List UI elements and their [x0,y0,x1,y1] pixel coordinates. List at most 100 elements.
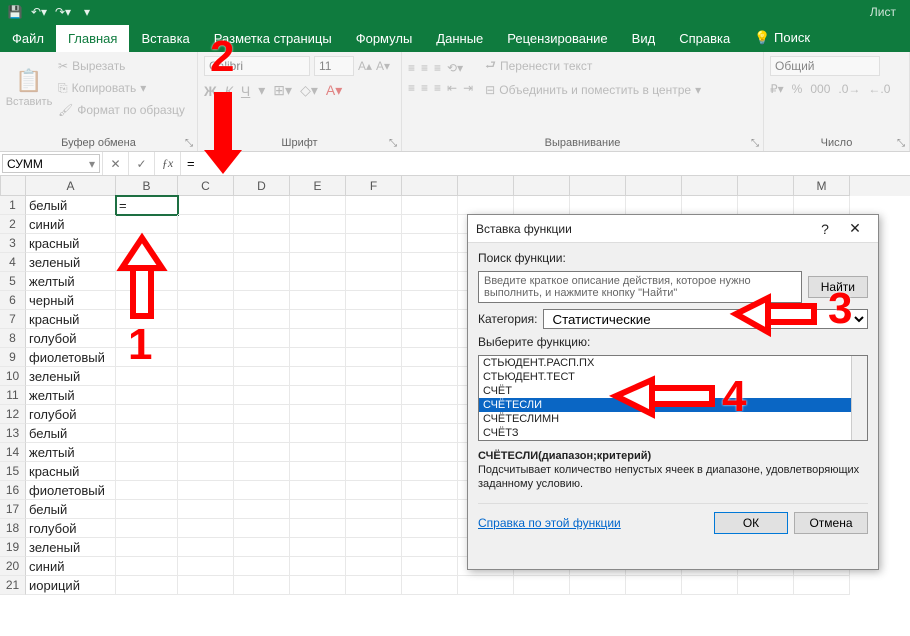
column-header[interactable] [402,176,458,196]
cell[interactable]: фиолетовый [26,481,116,500]
formula-input[interactable] [180,152,910,175]
cell[interactable] [116,348,178,367]
cell[interactable] [402,500,458,519]
select-all-corner[interactable] [0,176,26,196]
cell[interactable] [234,538,290,557]
paste-button[interactable]: 📋 Вставить [6,68,52,108]
cell[interactable] [116,272,178,291]
column-header[interactable] [682,176,738,196]
align-left-icon[interactable]: ≡ [408,81,415,95]
cell[interactable] [402,329,458,348]
format-painter-button[interactable]: 🖌 Формат по образцу [56,100,187,120]
cell[interactable] [178,253,234,272]
row-header[interactable]: 12 [0,405,26,424]
cell[interactable] [402,386,458,405]
cell[interactable] [178,196,234,215]
cell[interactable] [178,424,234,443]
column-header[interactable]: B [116,176,178,196]
column-header[interactable] [570,176,626,196]
cell[interactable] [116,424,178,443]
chevron-down-icon[interactable]: ▾ [89,157,95,171]
cell[interactable] [234,272,290,291]
cell[interactable] [290,291,346,310]
row-header[interactable]: 1 [0,196,26,215]
font-launcher-icon[interactable]: ⤡ [389,138,397,149]
cell[interactable] [116,500,178,519]
cell[interactable] [402,519,458,538]
percent-icon[interactable]: % [792,82,803,96]
row-header[interactable]: 11 [0,386,26,405]
cell[interactable]: белый [26,424,116,443]
cell[interactable] [234,443,290,462]
cell[interactable] [738,576,794,595]
cell[interactable] [116,291,178,310]
cell[interactable]: белый [26,500,116,519]
cell[interactable] [290,367,346,386]
tab-search[interactable]: 💡 Поиск [742,24,822,52]
inc-decimal-icon[interactable]: .0→ [838,82,860,96]
decrease-font-icon[interactable]: A▾ [376,59,390,73]
align-top-icon[interactable]: ≡ [408,61,415,75]
tab-view[interactable]: Вид [620,25,668,52]
cell[interactable] [234,196,290,215]
cell[interactable] [234,462,290,481]
cell[interactable] [346,557,402,576]
row-header[interactable]: 17 [0,500,26,519]
row-header[interactable]: 21 [0,576,26,595]
cell[interactable] [290,215,346,234]
cell[interactable] [402,443,458,462]
enter-formula-button[interactable]: ✓ [128,152,154,175]
row-header[interactable]: 4 [0,253,26,272]
function-list-item[interactable]: СТЬЮДЕНТ.ТЕСТ [479,370,867,384]
increase-font-icon[interactable]: A▴ [358,59,372,73]
cell[interactable] [346,405,402,424]
cell[interactable] [234,519,290,538]
cell[interactable] [290,234,346,253]
insert-function-button[interactable]: ƒx [154,152,180,175]
tab-file[interactable]: Файл [0,25,56,52]
cell[interactable] [290,576,346,595]
cell[interactable] [346,500,402,519]
cell[interactable]: голубой [26,405,116,424]
cell[interactable] [346,196,402,215]
cell[interactable] [402,424,458,443]
cell[interactable]: черный [26,291,116,310]
cell[interactable]: иориций [26,576,116,595]
cell[interactable] [178,291,234,310]
cell[interactable] [290,424,346,443]
cell[interactable] [234,481,290,500]
cell[interactable] [116,462,178,481]
cell[interactable] [346,348,402,367]
cell[interactable]: красный [26,310,116,329]
cell[interactable] [346,329,402,348]
cell[interactable] [402,215,458,234]
function-list-item[interactable]: СЧЁТЕСЛИ [479,398,867,412]
row-header[interactable]: 19 [0,538,26,557]
function-list-item[interactable]: СЧЁТЕСЛИМН [479,412,867,426]
cell[interactable] [178,462,234,481]
cell[interactable] [290,538,346,557]
cell[interactable] [116,367,178,386]
cell[interactable]: зеленый [26,367,116,386]
cell[interactable] [570,196,626,215]
cell[interactable] [402,538,458,557]
cell[interactable] [346,272,402,291]
cell[interactable] [116,329,178,348]
cell[interactable] [290,310,346,329]
cell[interactable]: голубой [26,519,116,538]
cell[interactable] [290,272,346,291]
cell[interactable] [234,234,290,253]
currency-icon[interactable]: ₽▾ [770,82,784,96]
borders-icon[interactable]: ⊞▾ [273,82,292,99]
cell[interactable] [178,329,234,348]
cell[interactable] [234,405,290,424]
row-header[interactable]: 3 [0,234,26,253]
cell[interactable]: зеленый [26,253,116,272]
help-link[interactable]: Справка по этой функции [478,516,621,530]
cell[interactable]: = [116,196,178,215]
cell[interactable]: желтый [26,272,116,291]
cell[interactable] [346,253,402,272]
cell[interactable] [178,576,234,595]
cell[interactable] [234,215,290,234]
dec-decimal-icon[interactable]: ←.0 [868,82,890,96]
